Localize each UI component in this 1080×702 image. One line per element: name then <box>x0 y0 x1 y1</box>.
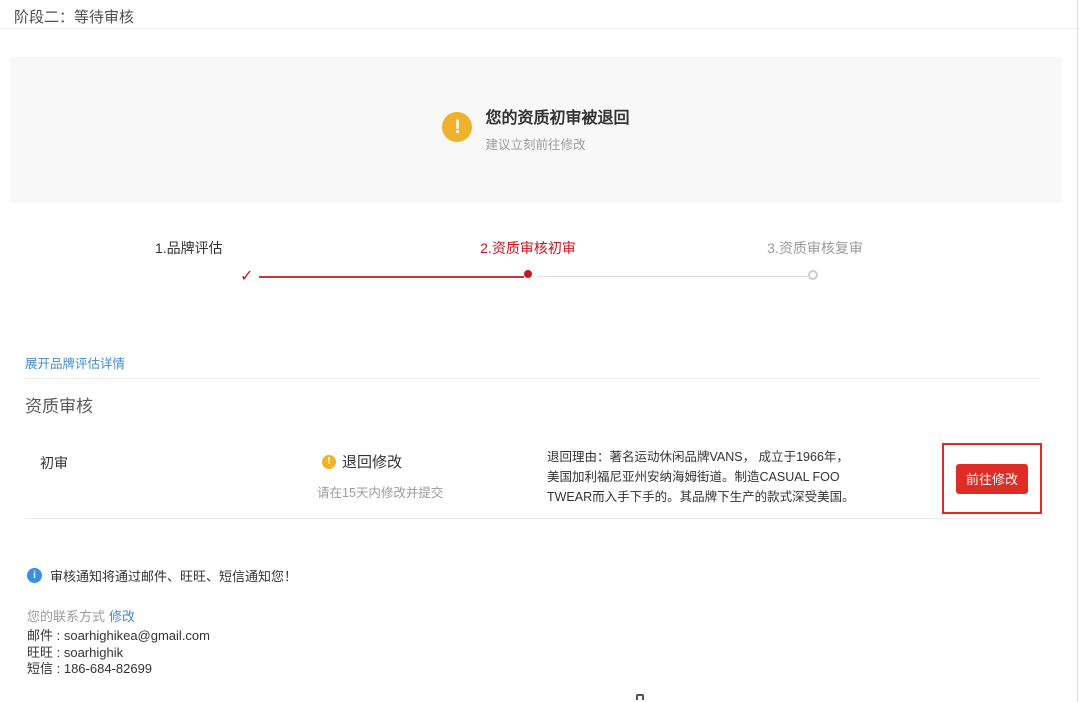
pending-step-circle-icon <box>808 270 818 280</box>
progress-line-completed <box>259 276 524 278</box>
return-reason-line: 退回理由：著名运动休闲品牌VANS， 成立于1966年， <box>547 447 855 467</box>
page-title: 阶段二：等待审核 <box>14 6 134 27</box>
contact-header: 您的联系方式修改 <box>27 606 135 625</box>
status-text: 退回修改 <box>342 451 402 472</box>
exclamation-glyph: ! <box>327 457 330 467</box>
highlight-annotation-box: 前往修改 <box>942 443 1042 514</box>
status-banner-content: ! 您的资质初审被退回 建议立刻前往修改 <box>10 57 1062 153</box>
current-step-dot-icon <box>524 270 532 278</box>
divider <box>25 378 1040 379</box>
cutoff-glyph <box>636 694 644 700</box>
check-icon: ✓ <box>240 266 253 286</box>
qualification-review-page: 阶段二：等待审核 ! 您的资质初审被退回 建议立刻前往修改 1.品牌评估 2.资… <box>0 0 1080 702</box>
banner-title: 您的资质初审被退回 <box>485 110 629 128</box>
deadline-text: 请在15天内修改并提交 <box>317 482 443 501</box>
page-header: 阶段二：等待审核 <box>0 0 1080 29</box>
banner-subtitle: 建议立刻前往修改 <box>485 134 629 153</box>
step-brand-evaluation-label: 1.品牌评估 <box>155 240 223 256</box>
contact-details: 邮件 : soarhighikea@gmail.com 旺旺 : soarhig… <box>27 628 210 678</box>
info-glyph: i <box>33 570 36 581</box>
info-icon: i <box>27 568 42 583</box>
notification-notice: i 审核通知将通过邮件、旺旺、短信通知您！ <box>27 566 297 585</box>
status-line: ! 退回修改 <box>322 451 402 472</box>
qualification-section-heading: 资质审核 <box>25 392 93 417</box>
stage-name: 初审 <box>40 453 68 473</box>
contact-sms: 短信 : 186-684-82699 <box>27 661 210 678</box>
contact-wangwang: 旺旺 : soarhighik <box>27 645 210 662</box>
page-right-border <box>1077 0 1078 702</box>
progress-line-pending <box>538 276 808 277</box>
expand-brand-evaluation-link[interactable]: 展开品牌评估详情 <box>25 353 125 372</box>
return-reason-line: TWEAR而入手下手的。其品牌下生产的款式深受美国。 <box>547 487 855 507</box>
exclamation-glyph: ! <box>454 118 460 137</box>
step-qualification-first-review-label: 2.资质审核初审 <box>480 240 576 256</box>
status-banner: ! 您的资质初审被退回 建议立刻前往修改 <box>10 57 1062 203</box>
return-reason: 退回理由：著名运动休闲品牌VANS， 成立于1966年， 美国加利福尼亚州安纳海… <box>547 447 855 507</box>
progress-steps: 1.品牌评估 2.资质审核初审 3.资质审核复审 ✓ <box>0 240 1080 300</box>
notice-text: 审核通知将通过邮件、旺旺、短信通知您！ <box>50 566 297 585</box>
contact-label: 您的联系方式 <box>27 609 105 624</box>
contact-email: 邮件 : soarhighikea@gmail.com <box>27 628 210 645</box>
review-row: 初审 ! 退回修改 请在15天内修改并提交 退回理由：著名运动休闲品牌VANS，… <box>0 443 1080 518</box>
return-reason-line: 美国加利福尼亚州安纳海姆街道。制造CASUAL FOO <box>547 467 855 487</box>
warning-icon: ! <box>442 112 472 142</box>
divider <box>25 518 1040 519</box>
banner-text-block: 您的资质初审被退回 建议立刻前往修改 <box>485 110 629 153</box>
step-qualification-second-review-label: 3.资质审核复审 <box>767 240 863 256</box>
go-modify-button[interactable]: 前往修改 <box>956 464 1028 494</box>
edit-contact-link[interactable]: 修改 <box>109 609 135 624</box>
returned-warning-icon: ! <box>322 455 336 469</box>
